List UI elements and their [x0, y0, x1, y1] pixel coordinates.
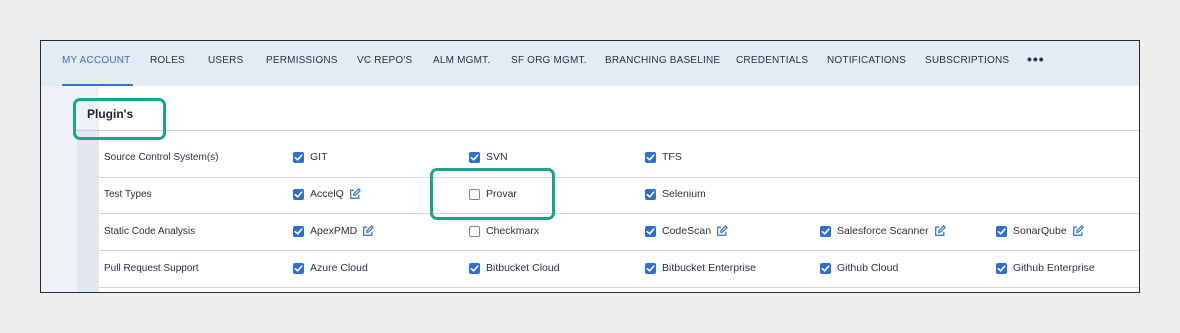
checkbox-checked-icon[interactable] — [293, 262, 304, 274]
divider — [99, 213, 1139, 214]
edit-icon[interactable] — [1072, 225, 1084, 237]
plugin-option[interactable]: Checkmarx — [469, 225, 539, 237]
tab-roles[interactable]: ROLES — [150, 41, 185, 86]
more-tabs-icon[interactable]: ••• — [1027, 41, 1045, 86]
divider — [99, 177, 1139, 178]
section-indent — [77, 129, 99, 292]
plugin-option-label: CodeScan — [662, 225, 712, 237]
plugin-option-label: Selenium — [662, 188, 706, 200]
checkbox-checked-icon[interactable] — [293, 151, 304, 163]
checkbox-checked-icon[interactable] — [996, 262, 1007, 274]
plugin-option-label: Bitbucket Enterprise — [662, 262, 756, 274]
plugin-option[interactable]: CodeScan — [645, 225, 728, 237]
plugin-option[interactable]: Github Cloud — [820, 262, 898, 274]
plugin-option-label: Github Enterprise — [1013, 262, 1095, 274]
plugin-option-label: SVN — [486, 151, 508, 163]
row-label: Source Control System(s) — [104, 152, 219, 163]
checkbox-checked-icon[interactable] — [645, 225, 656, 237]
plugin-option-label: ApexPMD — [310, 225, 358, 237]
edit-icon[interactable] — [716, 225, 728, 237]
row-label: Static Code Analysis — [104, 226, 196, 237]
plugin-option-label: TFS — [662, 151, 682, 163]
plugin-option[interactable]: Provar — [469, 188, 517, 200]
checkbox-checked-icon[interactable] — [820, 225, 831, 237]
tab-credentials[interactable]: CREDENTIALS — [736, 41, 808, 86]
checkbox-checked-icon[interactable] — [469, 262, 480, 274]
checkbox-checked-icon[interactable] — [645, 188, 656, 200]
plugin-option-label: Salesforce Scanner — [837, 225, 929, 237]
plugin-option[interactable]: Bitbucket Cloud — [469, 262, 560, 274]
plugin-option-label: Github Cloud — [837, 262, 899, 274]
settings-window: MY ACCOUNT ROLES USERS PERMISSIONS VC RE… — [40, 40, 1140, 293]
divider — [99, 250, 1139, 251]
row-label: Pull Request Support — [104, 263, 199, 274]
row-label: Test Types — [104, 189, 152, 200]
checkbox-unchecked-icon[interactable] — [469, 188, 480, 200]
plugin-option[interactable]: GIT — [293, 151, 328, 163]
plugin-option[interactable]: SonarQube — [996, 225, 1084, 237]
checkbox-checked-icon[interactable] — [293, 188, 304, 200]
checkbox-checked-icon[interactable] — [645, 151, 656, 163]
plugin-option-label: Checkmarx — [486, 225, 540, 237]
tab-alm-mgmt[interactable]: ALM MGMT. — [433, 41, 490, 86]
plugin-option[interactable]: Azure Cloud — [293, 262, 368, 274]
checkbox-checked-icon[interactable] — [820, 262, 831, 274]
tab-notifications[interactable]: NOTIFICATIONS — [827, 41, 906, 86]
plugin-option[interactable]: ApexPMD — [293, 225, 375, 237]
section-title: Plugin's — [87, 107, 134, 121]
checkbox-checked-icon[interactable] — [469, 151, 480, 163]
divider — [75, 130, 1139, 131]
plugin-option-label: Bitbucket Cloud — [486, 262, 560, 274]
plugin-option[interactable]: AccelQ — [293, 188, 361, 200]
plugin-option-label: GIT — [310, 151, 328, 163]
tab-branching-baseline[interactable]: BRANCHING BASELINE — [605, 41, 720, 86]
tab-subscriptions[interactable]: SUBSCRIPTIONS — [925, 41, 1009, 86]
checkbox-checked-icon[interactable] — [645, 262, 656, 274]
plugin-option-label: AccelQ — [310, 188, 344, 200]
edit-icon[interactable] — [362, 225, 375, 237]
tab-vc-repos[interactable]: VC REPO'S — [357, 41, 412, 86]
checkbox-checked-icon[interactable] — [996, 225, 1007, 237]
checkbox-unchecked-icon[interactable] — [469, 225, 480, 237]
plugin-option[interactable]: SVN — [469, 151, 508, 163]
plugin-option-label: Provar — [486, 188, 517, 200]
divider — [99, 287, 1139, 288]
checkbox-checked-icon[interactable] — [293, 225, 304, 237]
plugin-option[interactable]: Bitbucket Enterprise — [645, 262, 756, 274]
edit-icon[interactable] — [349, 188, 361, 200]
plugin-option[interactable]: Github Enterprise — [996, 262, 1095, 274]
tab-bar: MY ACCOUNT ROLES USERS PERMISSIONS VC RE… — [41, 41, 1139, 86]
plugin-option[interactable]: Selenium — [645, 188, 706, 200]
plugin-option[interactable]: TFS — [645, 151, 682, 163]
plugin-option[interactable]: Salesforce Scanner — [820, 225, 946, 237]
tab-my-account[interactable]: MY ACCOUNT — [62, 41, 132, 86]
plugin-option-label: SonarQube — [1013, 225, 1067, 237]
tab-sf-org-mgmt[interactable]: SF ORG MGMT. — [511, 41, 587, 86]
tab-permissions[interactable]: PERMISSIONS — [266, 41, 338, 86]
edit-icon[interactable] — [934, 225, 946, 237]
tab-users[interactable]: USERS — [208, 41, 243, 86]
plugin-option-label: Azure Cloud — [310, 262, 368, 274]
